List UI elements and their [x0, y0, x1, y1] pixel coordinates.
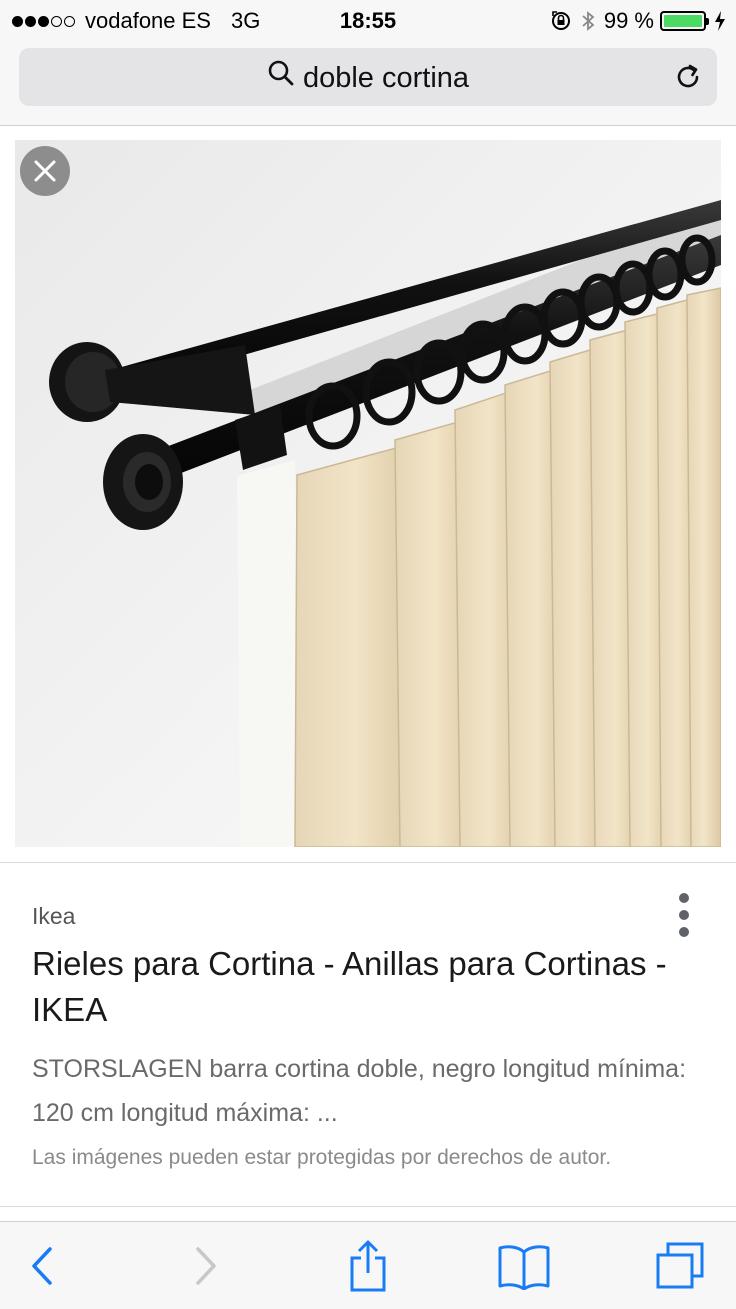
search-icon: [267, 59, 295, 95]
search-query: doble cortina: [302, 62, 470, 94]
bluetooth-icon: [580, 9, 596, 33]
more-vertical-icon[interactable]: [672, 893, 696, 937]
address-area: doble cortina: [0, 40, 736, 126]
network-type: 3G: [230, 8, 261, 33]
signal-dot: [25, 15, 36, 27]
tabs-icon[interactable]: [650, 1240, 710, 1292]
battery-icon: [660, 11, 709, 31]
bookmarks-icon[interactable]: [494, 1240, 554, 1292]
close-icon[interactable]: [20, 146, 70, 196]
share-icon[interactable]: [338, 1240, 398, 1292]
browser-toolbar: [0, 1221, 736, 1309]
result-source: Ikea: [32, 903, 76, 929]
orientation-lock-icon: [550, 10, 572, 32]
address-bar[interactable]: doble cortina: [19, 48, 717, 106]
result-title[interactable]: Rieles para Cortina - Anillas para Corti…: [32, 941, 692, 1033]
back-icon[interactable]: [12, 1240, 72, 1292]
status-bar: vodafone ES 3G 18:55 99 %: [0, 0, 736, 40]
carrier-name: vodafone ES: [85, 8, 211, 33]
battery-percent: 99 %: [603, 8, 654, 33]
address-bar-content[interactable]: doble cortina: [19, 59, 717, 95]
signal-dot: [64, 15, 75, 27]
signal-dot: [38, 15, 49, 27]
copyright-notice: Las imágenes pueden estar protegidas por…: [32, 1146, 612, 1169]
status-bar-right: 99 %: [542, 8, 726, 34]
charging-bolt-icon: [714, 11, 726, 31]
result-card[interactable]: Ikea Rieles para Cortina - Anillas para …: [0, 862, 736, 1207]
signal-dot: [12, 15, 23, 27]
curtain-rod-photo[interactable]: [15, 140, 721, 847]
forward-icon[interactable]: [176, 1240, 236, 1292]
status-bar-left: vodafone ES 3G: [12, 8, 260, 34]
signal-strength-icon: [12, 15, 77, 27]
signal-dot: [51, 15, 62, 27]
result-snippet: STORSLAGEN barra cortina doble, negro lo…: [32, 1055, 687, 1127]
reload-icon[interactable]: [673, 62, 703, 97]
